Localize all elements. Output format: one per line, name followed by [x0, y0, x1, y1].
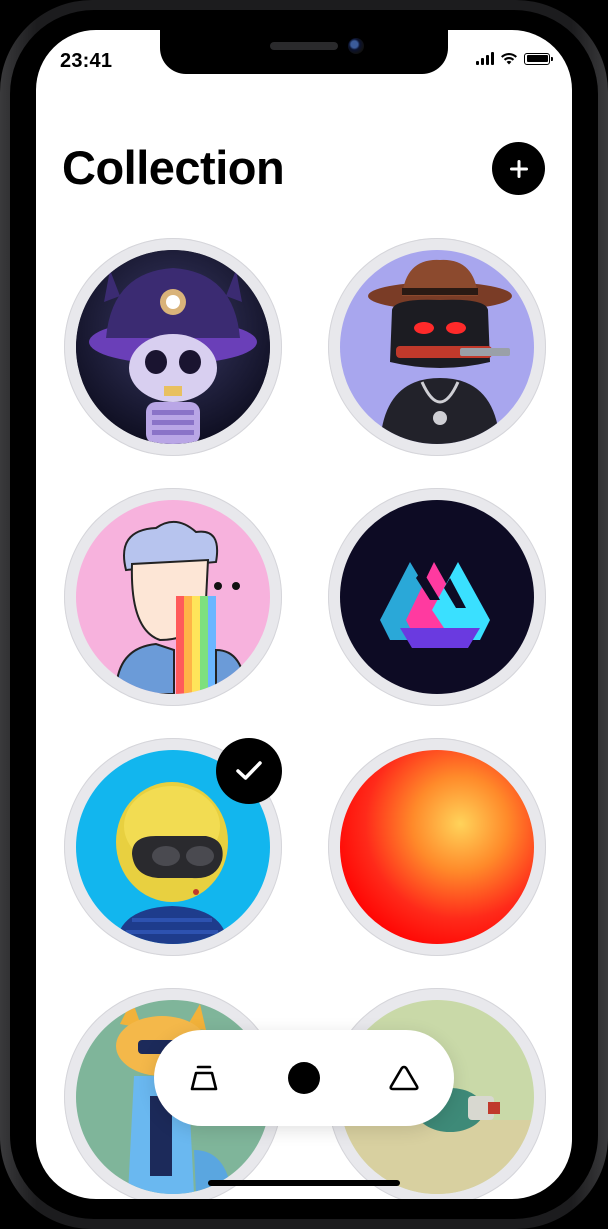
collection-item-cowboy[interactable] [328, 238, 546, 456]
skeleton-cap-image [76, 250, 270, 444]
status-icons [476, 52, 553, 65]
circle-icon [288, 1062, 320, 1094]
add-button[interactable] [492, 142, 545, 195]
cowboy-knife-image [340, 250, 534, 444]
tab-circle[interactable] [274, 1048, 334, 1108]
tab-triangle[interactable] [374, 1048, 434, 1108]
front-camera-icon [348, 38, 364, 54]
red-orange-gradient-image [340, 750, 534, 944]
rainbow-boy-image [76, 500, 270, 694]
checkmark-icon [236, 761, 262, 780]
collection-item-triangle[interactable] [328, 488, 546, 706]
bottom-tab-bar [154, 1030, 454, 1126]
collection-item-gradient[interactable] [328, 738, 546, 956]
cellular-signal-icon [476, 52, 494, 65]
selected-check-badge [216, 738, 282, 804]
battery-icon [524, 52, 553, 65]
status-time: 23:41 [60, 50, 113, 72]
page-title: Collection [62, 141, 285, 194]
home-indicator[interactable] [208, 1180, 400, 1186]
phone-frame: 23:41 Collection [0, 0, 608, 1229]
speaker-grille [270, 42, 338, 50]
notch [160, 30, 448, 74]
app-screen: 23:41 Collection [36, 30, 572, 1199]
triangle-icon [389, 1065, 419, 1091]
bag-icon [190, 1065, 218, 1091]
wifi-icon [501, 52, 517, 65]
collection-item-rainbow-boy[interactable] [64, 488, 282, 706]
collection-item-skeleton[interactable] [64, 238, 282, 456]
plus-icon [509, 159, 528, 178]
tab-bag[interactable] [174, 1048, 234, 1108]
impossible-triangle-image [340, 500, 534, 694]
